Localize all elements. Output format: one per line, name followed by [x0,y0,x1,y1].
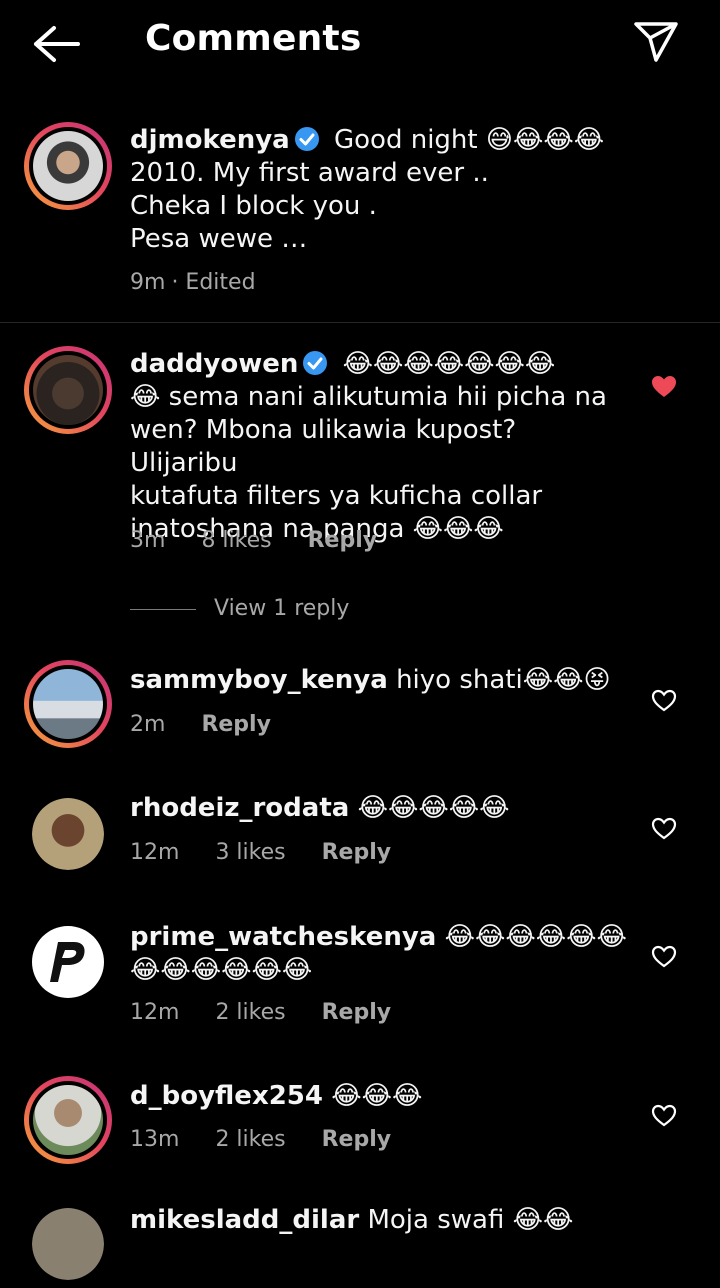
comment-meta: 3m 8 likes Reply [130,528,413,553]
comment-likes[interactable]: 8 likes [201,528,271,553]
caption-text-line4: Pesa wewe … [130,224,308,254]
comment-likes[interactable]: 3 likes [215,840,285,865]
comment-username[interactable]: prime_watcheskenya [130,922,436,952]
reply-button[interactable]: Reply [308,528,378,553]
comment-text: sema nani alikutumia hii picha na [168,382,607,412]
comment-emoji: 😂😂 [512,1205,574,1235]
comment-emoji: 😂😂😂😂😂 [357,793,510,823]
avatar[interactable] [24,790,112,878]
comment-emoji: 😂😂😂 [331,1081,423,1111]
comment-username[interactable]: sammyboy_kenya [130,665,388,695]
caption-edited: · Edited [171,270,256,295]
reply-button[interactable]: Reply [322,840,392,865]
caption-emoji: 😅😂😂😂 [485,125,605,155]
comment-username[interactable]: rhodeiz_rodata [130,793,349,823]
comment-time: 2m [130,712,166,737]
caption-text-line2: 2010. My first award ever .. [130,158,489,188]
comment-time: 12m [130,840,180,865]
comment-username[interactable]: mikesladd_dilar [130,1205,359,1235]
page-title: Comments [145,18,362,59]
caption-username[interactable]: djmokenya [130,125,290,155]
view-replies-label[interactable]: View 1 reply [214,596,349,621]
comment-meta: 2m Reply [130,712,307,737]
comment-username[interactable]: daddyowen [130,349,298,379]
comment-username[interactable]: d_boyflex254 [130,1081,323,1111]
heart-outline-icon[interactable] [651,945,677,969]
paper-plane-icon[interactable] [632,20,680,64]
avatar[interactable] [24,918,112,1006]
comment-rhodeiz: rhodeiz_rodata 😂😂😂😂😂 [130,792,630,825]
caption-text-line1: Good night [333,125,478,155]
reply-button[interactable]: Reply [201,712,271,737]
caption-text-line3: Cheka I block you . [130,191,377,221]
avatar[interactable] [24,1076,112,1164]
heart-filled-icon[interactable] [651,375,677,399]
comment-d-boyflex: d_boyflex254 😂😂😂 [130,1080,630,1113]
avatar[interactable] [24,122,112,210]
comment-daddyowen: daddyowen 😂😂😂😂😂😂😂 😂 sema nani alikutumia… [130,348,630,546]
comment-text: wen? Mbona ulikawia kupost? Ulijaribu [130,415,517,478]
comment-emoji: 😂😂😂😂😂😂 [130,955,313,985]
heart-outline-icon[interactable] [651,1104,677,1128]
comment-emoji: 😂😂😂 [412,514,504,544]
comment-text: Moja swafi [367,1205,505,1235]
comment-emoji: 😂😂😂😂😂😂 [444,922,627,952]
verified-badge-icon [294,127,319,151]
comment-mikesladd: mikesladd_dilar Moja swafi 😂😂 [130,1204,630,1237]
reply-button[interactable]: Reply [322,1000,392,1025]
comment-emoji: 😂 [130,382,161,412]
comment-emoji: 😂😂😝 [522,665,611,695]
comment-likes[interactable]: 2 likes [215,1127,285,1152]
comment-meta: 12m 2 likes Reply [130,1000,427,1025]
comment-meta: 12m 3 likes Reply [130,840,427,865]
comment-text: hiyo shati [396,665,523,695]
comment-likes[interactable]: 2 likes [215,1000,285,1025]
comment-meta: 13m 2 likes Reply [130,1127,427,1152]
caption-time: 9m [130,270,166,295]
replies-line [130,609,196,610]
heart-outline-icon[interactable] [651,817,677,841]
comment-time: 13m [130,1127,180,1152]
comment-time: 12m [130,1000,180,1025]
avatar[interactable] [24,1200,112,1288]
avatar[interactable] [24,660,112,748]
caption-meta: 9m · Edited [130,270,292,295]
comment-time: 3m [130,528,166,553]
comment-prime-watches: prime_watcheskenya 😂😂😂😂😂😂 😂😂😂😂😂😂 [130,921,630,987]
comment-emoji: 😂😂😂😂😂😂😂 [342,349,556,379]
header-bar: Comments [0,0,720,86]
caption-divider [0,322,720,323]
verified-badge-icon [303,351,328,375]
comment-text: kutafuta filters ya kuficha collar [130,481,543,511]
heart-outline-icon[interactable] [651,689,677,713]
arrow-left-icon[interactable] [30,24,82,64]
caption: djmokenya Good night 😅😂😂😂 2010. My first… [130,124,630,256]
p-logo-icon [50,942,85,982]
comment-sammyboy: sammyboy_kenya hiyo shati😂😂😝 [130,664,630,697]
reply-button[interactable]: Reply [322,1127,392,1152]
avatar[interactable] [24,346,112,434]
